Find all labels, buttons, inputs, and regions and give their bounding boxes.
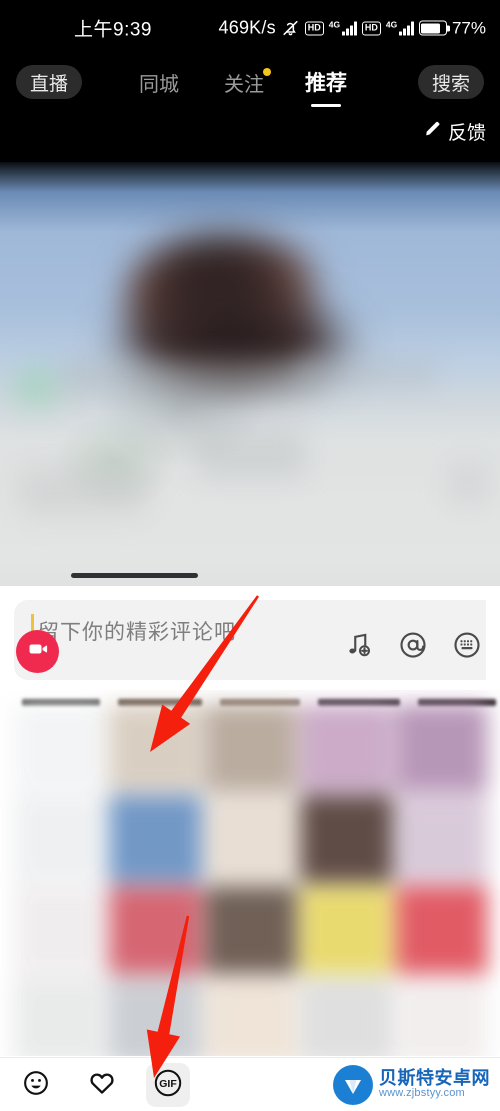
gif-grid-cell[interactable] xyxy=(300,886,393,974)
video-ghost-1 xyxy=(60,358,320,396)
tab-nearby-label: 同城 xyxy=(139,73,179,96)
gif-icon: GIF xyxy=(153,1068,183,1103)
watermark-title: 贝斯特安卓网 xyxy=(379,1068,490,1089)
watermark-url: www.zjbstyy.com xyxy=(379,1087,465,1100)
gif-grid-cell[interactable] xyxy=(300,977,393,1056)
network-speed-text: 469K/s xyxy=(218,17,276,38)
gif-grid-cell[interactable] xyxy=(14,795,107,883)
tab-nearby[interactable]: 同城 xyxy=(139,65,179,99)
video-ghost-4 xyxy=(18,467,148,515)
hd-badge-sim1: HD xyxy=(304,21,324,35)
music-add-icon[interactable] xyxy=(344,630,374,660)
gif-grid-cell[interactable] xyxy=(395,977,488,1056)
network-type-label-sim1: 4G xyxy=(328,19,341,30)
video-camera-icon xyxy=(26,637,50,666)
signal-sim2: 4G xyxy=(386,20,414,36)
comment-input[interactable]: 留下你的精彩评论吧 xyxy=(38,616,236,646)
active-tab-underline xyxy=(311,104,341,107)
feedback-button[interactable]: 反馈 xyxy=(424,118,486,145)
emoji-icon xyxy=(22,1069,50,1102)
gif-grid[interactable] xyxy=(14,704,488,1056)
at-mention-icon[interactable] xyxy=(398,630,428,660)
signal-sim1: 4G xyxy=(329,20,357,36)
tab-following-label: 关注 xyxy=(224,73,264,96)
gif-grid-cell[interactable] xyxy=(204,977,298,1056)
tab-following[interactable]: 关注 xyxy=(224,65,271,99)
gif-grid-cell[interactable] xyxy=(395,704,488,792)
sheet-drag-handle[interactable] xyxy=(71,573,198,578)
gif-grid-cell[interactable] xyxy=(14,886,107,974)
video-comment-button[interactable] xyxy=(16,630,59,673)
gif-grid-cell[interactable] xyxy=(109,886,202,974)
status-bar-indicators: 469K/s HD 4G HD 4G 77% xyxy=(219,18,486,39)
gif-grid-cell[interactable] xyxy=(204,795,298,883)
signal-bars-icon-sim1 xyxy=(342,21,357,36)
pencil-icon xyxy=(424,120,442,144)
favorite-button[interactable] xyxy=(80,1063,124,1107)
gif-grid-cell[interactable] xyxy=(14,704,107,792)
gif-grid-cell[interactable] xyxy=(395,795,488,883)
svg-text:GIF: GIF xyxy=(159,1078,177,1090)
gif-button[interactable]: GIF xyxy=(146,1063,190,1107)
video-ghost-2 xyxy=(300,358,435,388)
mute-bell-icon xyxy=(281,19,300,38)
gif-grid-cell[interactable] xyxy=(109,795,202,883)
watermark-text: 贝斯特安卓网 www.zjbstyy.com xyxy=(379,1069,490,1099)
tab-live[interactable]: 直播 xyxy=(16,65,83,99)
hd-badge-sim2: HD xyxy=(361,21,381,35)
video-ghost-3 xyxy=(196,430,306,478)
gif-grid-cell[interactable] xyxy=(109,977,202,1056)
watermark: 贝斯特安卓网 www.zjbstyy.com xyxy=(333,1064,490,1105)
following-badge-dot xyxy=(263,68,271,76)
keyboard-icon[interactable] xyxy=(452,630,482,660)
battery-percent-text: 77% xyxy=(451,18,486,37)
gif-grid-cell[interactable] xyxy=(300,704,393,792)
status-bar: 上午9:39 469K/s HD 4G HD 4G 77% xyxy=(0,0,500,56)
video-player-area[interactable] xyxy=(0,162,500,586)
gif-grid-cell[interactable] xyxy=(204,704,298,792)
status-bar-time: 上午9:39 xyxy=(74,19,152,41)
comment-action-icons xyxy=(344,630,482,660)
comment-sheet: 留下你的精彩评论吧 GIF 贝斯特安卓网 www.zjbstyy.com xyxy=(0,586,500,1111)
gif-grid-cell[interactable] xyxy=(109,704,202,792)
tab-recommend-label: 推荐 xyxy=(305,72,347,95)
network-type-label-sim2: 4G xyxy=(385,19,398,30)
phone-screen: 上午9:39 469K/s HD 4G HD 4G 77% 直播 同城 关注 推… xyxy=(0,0,500,1111)
tab-live-label: 直播 xyxy=(30,73,69,95)
gif-grid-cell[interactable] xyxy=(395,886,488,974)
feedback-label: 反馈 xyxy=(447,123,486,144)
video-ghost-5 xyxy=(448,462,488,504)
sheet-toolbar-icons: GIF xyxy=(14,1063,190,1107)
sheet-bottom-toolbar: GIF 贝斯特安卓网 www.zjbstyy.com xyxy=(0,1057,500,1111)
watermark-logo-icon xyxy=(333,1064,373,1105)
tab-search-label: 搜索 xyxy=(431,73,470,95)
top-tab-bar: 直播 同城 关注 推荐 搜索 xyxy=(0,56,500,107)
battery-icon xyxy=(418,20,450,36)
gif-grid-cell[interactable] xyxy=(300,795,393,883)
gif-grid-cell[interactable] xyxy=(204,886,298,974)
gif-picker-panel[interactable] xyxy=(0,690,500,1056)
tab-recommend[interactable]: 推荐 xyxy=(305,65,347,107)
gif-grid-cell[interactable] xyxy=(14,977,107,1056)
emoji-button[interactable] xyxy=(14,1063,58,1107)
tab-search[interactable]: 搜索 xyxy=(417,65,484,99)
signal-bars-icon-sim2 xyxy=(399,21,414,36)
heart-icon xyxy=(88,1069,116,1102)
